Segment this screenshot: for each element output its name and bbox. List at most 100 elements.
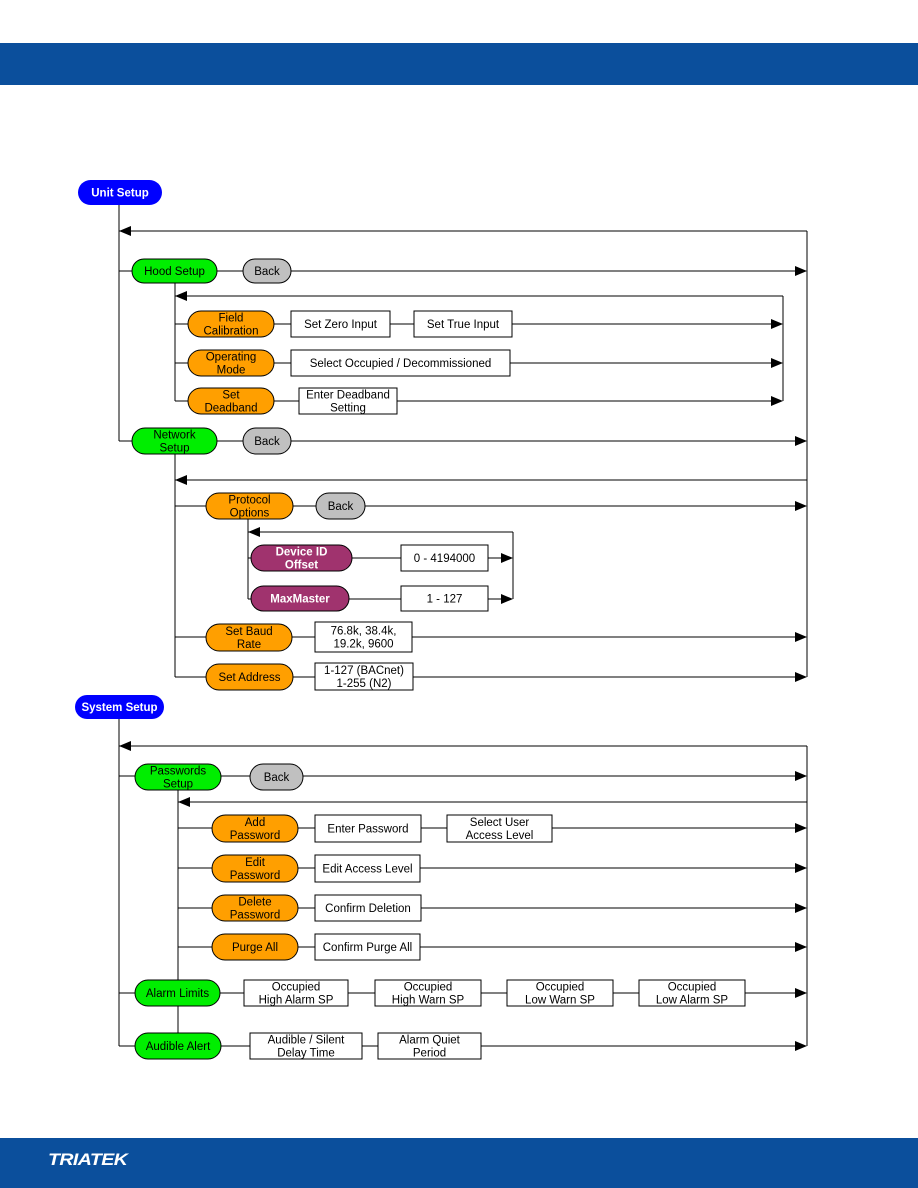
node-label: Operating [206,352,257,364]
enter-deadband-box: Enter DeadbandSetting [298,387,398,415]
arrow-head [795,1041,807,1051]
network-setup-menu-node[interactable]: NetworkSetup [131,427,218,455]
node-label: Period [413,1048,446,1060]
node-label: High Warn SP [392,995,465,1007]
unit-setup-menu-node[interactable]: Unit Setup [78,180,162,205]
arrow-head [501,594,513,604]
system-setup-menu-node[interactable]: System Setup [75,695,164,719]
arrow-head [501,553,513,563]
audible-menu-node[interactable]: Audible Alert [134,1032,222,1060]
node-label: Set Address [218,672,280,684]
node-label: High Alarm SP [259,995,334,1007]
arrow-head [175,291,187,301]
node-label: Back [254,266,280,278]
node-label: Setup [163,779,193,791]
arrow-head [795,672,807,682]
select-occ-box: Select Occupied / Decommissioned [290,349,511,377]
arrow-head [119,226,131,236]
node-label: Password [230,870,281,882]
protocol-options-menu-node[interactable]: ProtocolOptions [205,492,294,520]
delete-pw-menu-node[interactable]: DeletePassword [211,894,299,922]
node-label: Access Level [466,830,534,842]
passwords-menu-node[interactable]: PasswordsSetup [134,763,222,791]
maxmaster-range-box: 1 - 127 [400,585,489,612]
purge-menu-node[interactable]: Purge All [211,933,299,961]
confirm-del-box: Confirm Deletion [314,894,422,922]
node-label: Protocol [228,495,270,507]
arrow-head [795,903,807,913]
node-label: 1-255 (N2) [337,678,392,690]
confirm-purge-box: Confirm Purge All [314,933,421,961]
node-label: Offset [285,560,318,572]
node-label: Audible / Silent [268,1035,346,1047]
set-zero-box: Set Zero Input [290,310,391,338]
select-level-box: Select UserAccess Level [446,814,553,843]
device-id-menu-node[interactable]: Device IDOffset [250,544,353,572]
node-label: Field [219,313,244,325]
node-label: Setting [330,403,366,415]
set-deadband-menu-node[interactable]: SetDeadband [187,387,275,415]
op-mode-menu-node[interactable]: OperatingMode [187,349,275,377]
node-label: 1-127 (BACnet) [324,665,404,677]
node-label: Back [254,436,280,448]
arrow-head [795,863,807,873]
footer-band: TRIATEK [0,1138,918,1188]
quiet-box: Alarm QuietPeriod [377,1032,482,1060]
arrow-head [795,771,807,781]
edit-pw-menu-node[interactable]: EditPassword [211,854,299,883]
node-label: Audible Alert [146,1041,211,1053]
node-label: MaxMaster [270,594,330,606]
node-label: Set Zero Input [304,319,378,331]
arrow-head [795,266,807,276]
node-label: Password [230,830,281,842]
arrow-head [248,527,260,537]
arrow-head [771,396,783,406]
occ-low-alarm-box: OccupiedLow Alarm SP [638,979,746,1007]
alarm-limits-menu-node[interactable]: Alarm Limits [134,979,221,1007]
node-label: Options [230,508,270,520]
device-id-range-box: 0 - 4194000 [400,544,489,572]
node-label: Select User [470,817,530,829]
node-label: Occupied [536,982,585,994]
triatek-logo: TRIATEK [48,1150,128,1169]
hood-setup-menu-node[interactable]: Hood Setup [131,258,218,284]
set-true-box: Set True Input [413,310,513,338]
arrow-head [795,436,807,446]
passwords-back-menu-node[interactable]: Back [249,763,304,791]
node-label: Edit Access Level [322,864,412,876]
node-label: Select Occupied / Decommissioned [310,358,492,370]
node-label: Rate [237,639,261,651]
address-menu-node[interactable]: Set Address [205,663,294,691]
node-label: Calibration [204,326,259,338]
node-label: Delete [238,897,271,909]
field-cal-menu-node[interactable]: FieldCalibration [187,310,275,338]
node-label: Edit [245,857,266,869]
node-label: System Setup [81,702,157,714]
maxmaster-menu-node[interactable]: MaxMaster [250,585,350,612]
arrow-head [119,741,131,751]
protocol-back-menu-node[interactable]: Back [315,492,366,520]
node-label: Enter Password [327,824,408,836]
node-label: Alarm Limits [146,988,210,1000]
baud-menu-node[interactable]: Set BaudRate [205,623,293,652]
address-values-box: 1-127 (BACnet)1-255 (N2) [314,662,414,691]
hood-back-menu-node[interactable]: Back [242,258,292,284]
edit-level-box: Edit Access Level [314,854,421,883]
arrow-head [771,319,783,329]
network-back-menu-node[interactable]: Back [242,427,292,455]
node-label: Confirm Deletion [325,903,411,915]
node-label: Set Baud [225,626,272,638]
add-pw-menu-node[interactable]: AddPassword [211,814,299,843]
node-label: Occupied [668,982,717,994]
arrow-head [771,358,783,368]
node-label: Set [222,390,240,402]
node-label: 1 - 127 [427,594,463,606]
node-label: Low Alarm SP [656,995,729,1007]
occ-high-alarm-box: OccupiedHigh Alarm SP [243,979,349,1007]
arrow-head [175,475,187,485]
node-label: Mode [217,365,246,377]
node-label: 76.8k, 38.4k, [331,626,397,638]
node-label: Confirm Purge All [323,942,412,954]
node-label: Delay Time [277,1048,335,1060]
node-label: 19.2k, 9600 [333,639,393,651]
